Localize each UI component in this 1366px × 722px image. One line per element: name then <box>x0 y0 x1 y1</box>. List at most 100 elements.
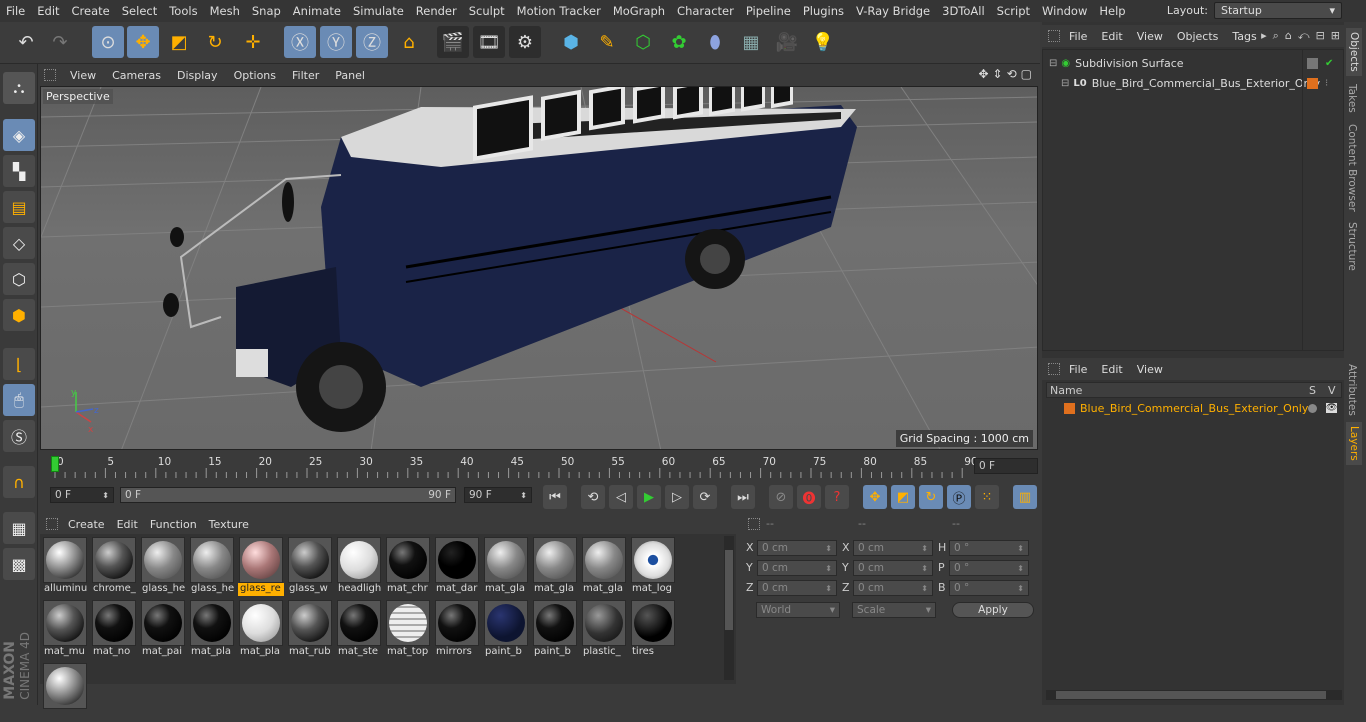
axis-mode-icon[interactable]: ⌊ <box>3 348 35 380</box>
menu-pipeline[interactable]: Pipeline <box>740 4 797 18</box>
material-swatch[interactable]: mat_gla <box>532 536 578 596</box>
material-swatch[interactable]: mat_log <box>630 536 676 596</box>
tab-takes[interactable]: Takes <box>1346 84 1358 113</box>
cube-icon[interactable]: ⬢ <box>555 26 587 58</box>
material-scrollbar[interactable] <box>724 536 734 680</box>
viewport-menu-options[interactable]: Options <box>226 69 284 82</box>
make-editable-icon[interactable]: ⛬ <box>3 72 35 104</box>
mograph-cloner-icon[interactable]: ✿ <box>663 26 695 58</box>
object-row[interactable]: ⊟ ◉ Subdivision Surface ✔ <box>1043 54 1343 72</box>
material-swatch[interactable]: mat_mu <box>42 599 88 659</box>
material-swatch[interactable]: mat_gla <box>581 536 627 596</box>
previous-key-icon[interactable]: ⟲ <box>581 485 605 509</box>
visibility-toggle-icon[interactable]: ✔ <box>1325 58 1333 69</box>
home-icon[interactable]: ⌂ <box>1285 29 1292 43</box>
tab-layers[interactable]: Layers <box>1346 422 1362 465</box>
rotation-field[interactable]: 0 ° ⬍ <box>949 580 1029 596</box>
redo-icon[interactable]: ↷ <box>44 26 76 58</box>
layer-menu-view[interactable]: View <box>1130 363 1170 376</box>
current-frame-field[interactable]: 0 F <box>974 458 1038 474</box>
go-to-start-icon[interactable]: ⏮ <box>543 485 567 509</box>
menu-help[interactable]: Help <box>1093 4 1131 18</box>
material-swatch[interactable]: mirrors <box>434 599 480 659</box>
material-swatch[interactable]: mat_pla <box>238 599 284 659</box>
menu-mesh[interactable]: Mesh <box>204 4 246 18</box>
material-swatch[interactable]: headligh <box>336 536 382 596</box>
menu-plugins[interactable]: Plugins <box>797 4 850 18</box>
pen-icon[interactable]: ✎ <box>591 26 623 58</box>
edges-mode-icon[interactable]: ⬡ <box>3 263 35 295</box>
material-menu-create[interactable]: Create <box>62 518 111 531</box>
drag-handle-icon[interactable] <box>1048 30 1060 42</box>
auto-key-icon[interactable]: ⓿ <box>797 485 821 509</box>
menu-motion-tracker[interactable]: Motion Tracker <box>511 4 607 18</box>
coordinate-mode-dropdown[interactable]: Scale ▾ <box>852 602 936 618</box>
points-mode-icon[interactable]: ◇ <box>3 227 35 259</box>
back-icon[interactable]: ⤺ <box>1298 29 1310 43</box>
material-swatch[interactable]: mat_dar <box>434 536 480 596</box>
move-tool-icon[interactable]: ✥ <box>127 26 159 58</box>
layout-dropdown[interactable]: Startup ▾ <box>1214 2 1342 19</box>
menu-window[interactable]: Window <box>1036 4 1093 18</box>
viewport-menu-display[interactable]: Display <box>169 69 226 82</box>
object-menu-edit[interactable]: Edit <box>1094 30 1129 43</box>
object-menu-tags[interactable]: Tags <box>1225 30 1263 43</box>
next-frame-icon[interactable]: ▷ <box>665 485 689 509</box>
record-keys-icon[interactable]: ⊘ <box>769 485 793 509</box>
key-position-icon[interactable]: ✥ <box>863 485 887 509</box>
menu-mograph[interactable]: MoGraph <box>607 4 671 18</box>
menu-tools[interactable]: Tools <box>163 4 203 18</box>
menu-script[interactable]: Script <box>991 4 1036 18</box>
menu-file[interactable]: File <box>0 4 31 18</box>
object-menu-objects[interactable]: Objects <box>1170 30 1226 43</box>
planar-workplane-icon[interactable]: ▩ <box>3 548 35 580</box>
z-axis-icon[interactable]: Ⓩ <box>356 26 388 58</box>
size-field[interactable]: 0 cm ⬍ <box>853 560 933 576</box>
material-swatch[interactable]: plastic_ <box>581 599 627 659</box>
menu-select[interactable]: Select <box>116 4 163 18</box>
material-swatch[interactable]: glass_he <box>189 536 235 596</box>
material-swatch[interactable]: paint_b <box>532 599 578 659</box>
key-rotation-icon[interactable]: ↻ <box>919 485 943 509</box>
viewport-menu-panel[interactable]: Panel <box>327 69 373 82</box>
select-tool-icon[interactable]: ⊙ <box>92 26 124 58</box>
model-mode-icon[interactable]: ◈ <box>3 119 35 151</box>
floor-icon[interactable]: ▦ <box>735 26 767 58</box>
drag-handle-icon[interactable] <box>1048 363 1060 375</box>
layer-row[interactable]: Blue_Bird_Commercial_Bus_Exterior_Only 👁 <box>1046 400 1342 416</box>
expand-icon[interactable]: ⊟ <box>1049 58 1057 69</box>
layer-menu-edit[interactable]: Edit <box>1094 363 1129 376</box>
menu-character[interactable]: Character <box>671 4 740 18</box>
magnet-icon[interactable]: ∩ <box>3 466 35 498</box>
tab-objects[interactable]: Objects <box>1346 28 1362 76</box>
material-swatch[interactable]: mat_gla <box>483 536 529 596</box>
size-field[interactable]: 0 cm ⬍ <box>853 540 933 556</box>
lock-workplane-icon[interactable]: ▦ <box>3 512 35 544</box>
object-tag-icon[interactable] <box>1307 57 1318 69</box>
material-swatch[interactable]: mat_rub <box>287 599 333 659</box>
material-swatch[interactable]: glass_re <box>238 536 284 596</box>
material-menu-edit[interactable]: Edit <box>111 518 144 531</box>
maximize-icon[interactable]: ▢ <box>1021 67 1032 81</box>
rotation-field[interactable]: 0 ° ⬍ <box>949 540 1029 556</box>
light-icon[interactable]: 💡 <box>807 26 839 58</box>
next-key-icon[interactable]: ⟳ <box>693 485 717 509</box>
tab-structure[interactable]: Structure <box>1346 222 1358 271</box>
material-swatch[interactable]: tires <box>630 599 676 659</box>
apply-button[interactable]: Apply <box>952 602 1034 618</box>
tweak-mode-icon[interactable]: 🖱 <box>3 384 35 416</box>
filter-icon[interactable]: ⊟ <box>1316 29 1325 43</box>
menu-v-ray-bridge[interactable]: V-Ray Bridge <box>850 4 936 18</box>
timeline-ruler[interactable]: 0 5 10 15 20 25 30 35 40 45 50 55 60 65 70 75 80 85 90 0 F <box>40 452 1040 482</box>
key-pla-icon[interactable]: ⁙ <box>975 485 999 509</box>
material-swatch[interactable]: mat_top <box>385 599 431 659</box>
bus-model[interactable] <box>163 87 857 432</box>
size-field[interactable]: 0 cm ⬍ <box>853 580 933 596</box>
go-to-end-icon[interactable]: ⏭ <box>731 485 755 509</box>
render-view-icon[interactable]: 🎬 <box>437 26 469 58</box>
tab-content-browser[interactable]: Content Browser <box>1346 124 1358 212</box>
dolly-icon[interactable]: ⇕ <box>993 67 1003 81</box>
layer-scrollbar[interactable] <box>1046 690 1342 700</box>
3d-viewport[interactable]: y x z Perspective Grid Spacing : 1000 cm <box>40 86 1038 450</box>
material-swatch[interactable]: mat_no <box>91 599 137 659</box>
